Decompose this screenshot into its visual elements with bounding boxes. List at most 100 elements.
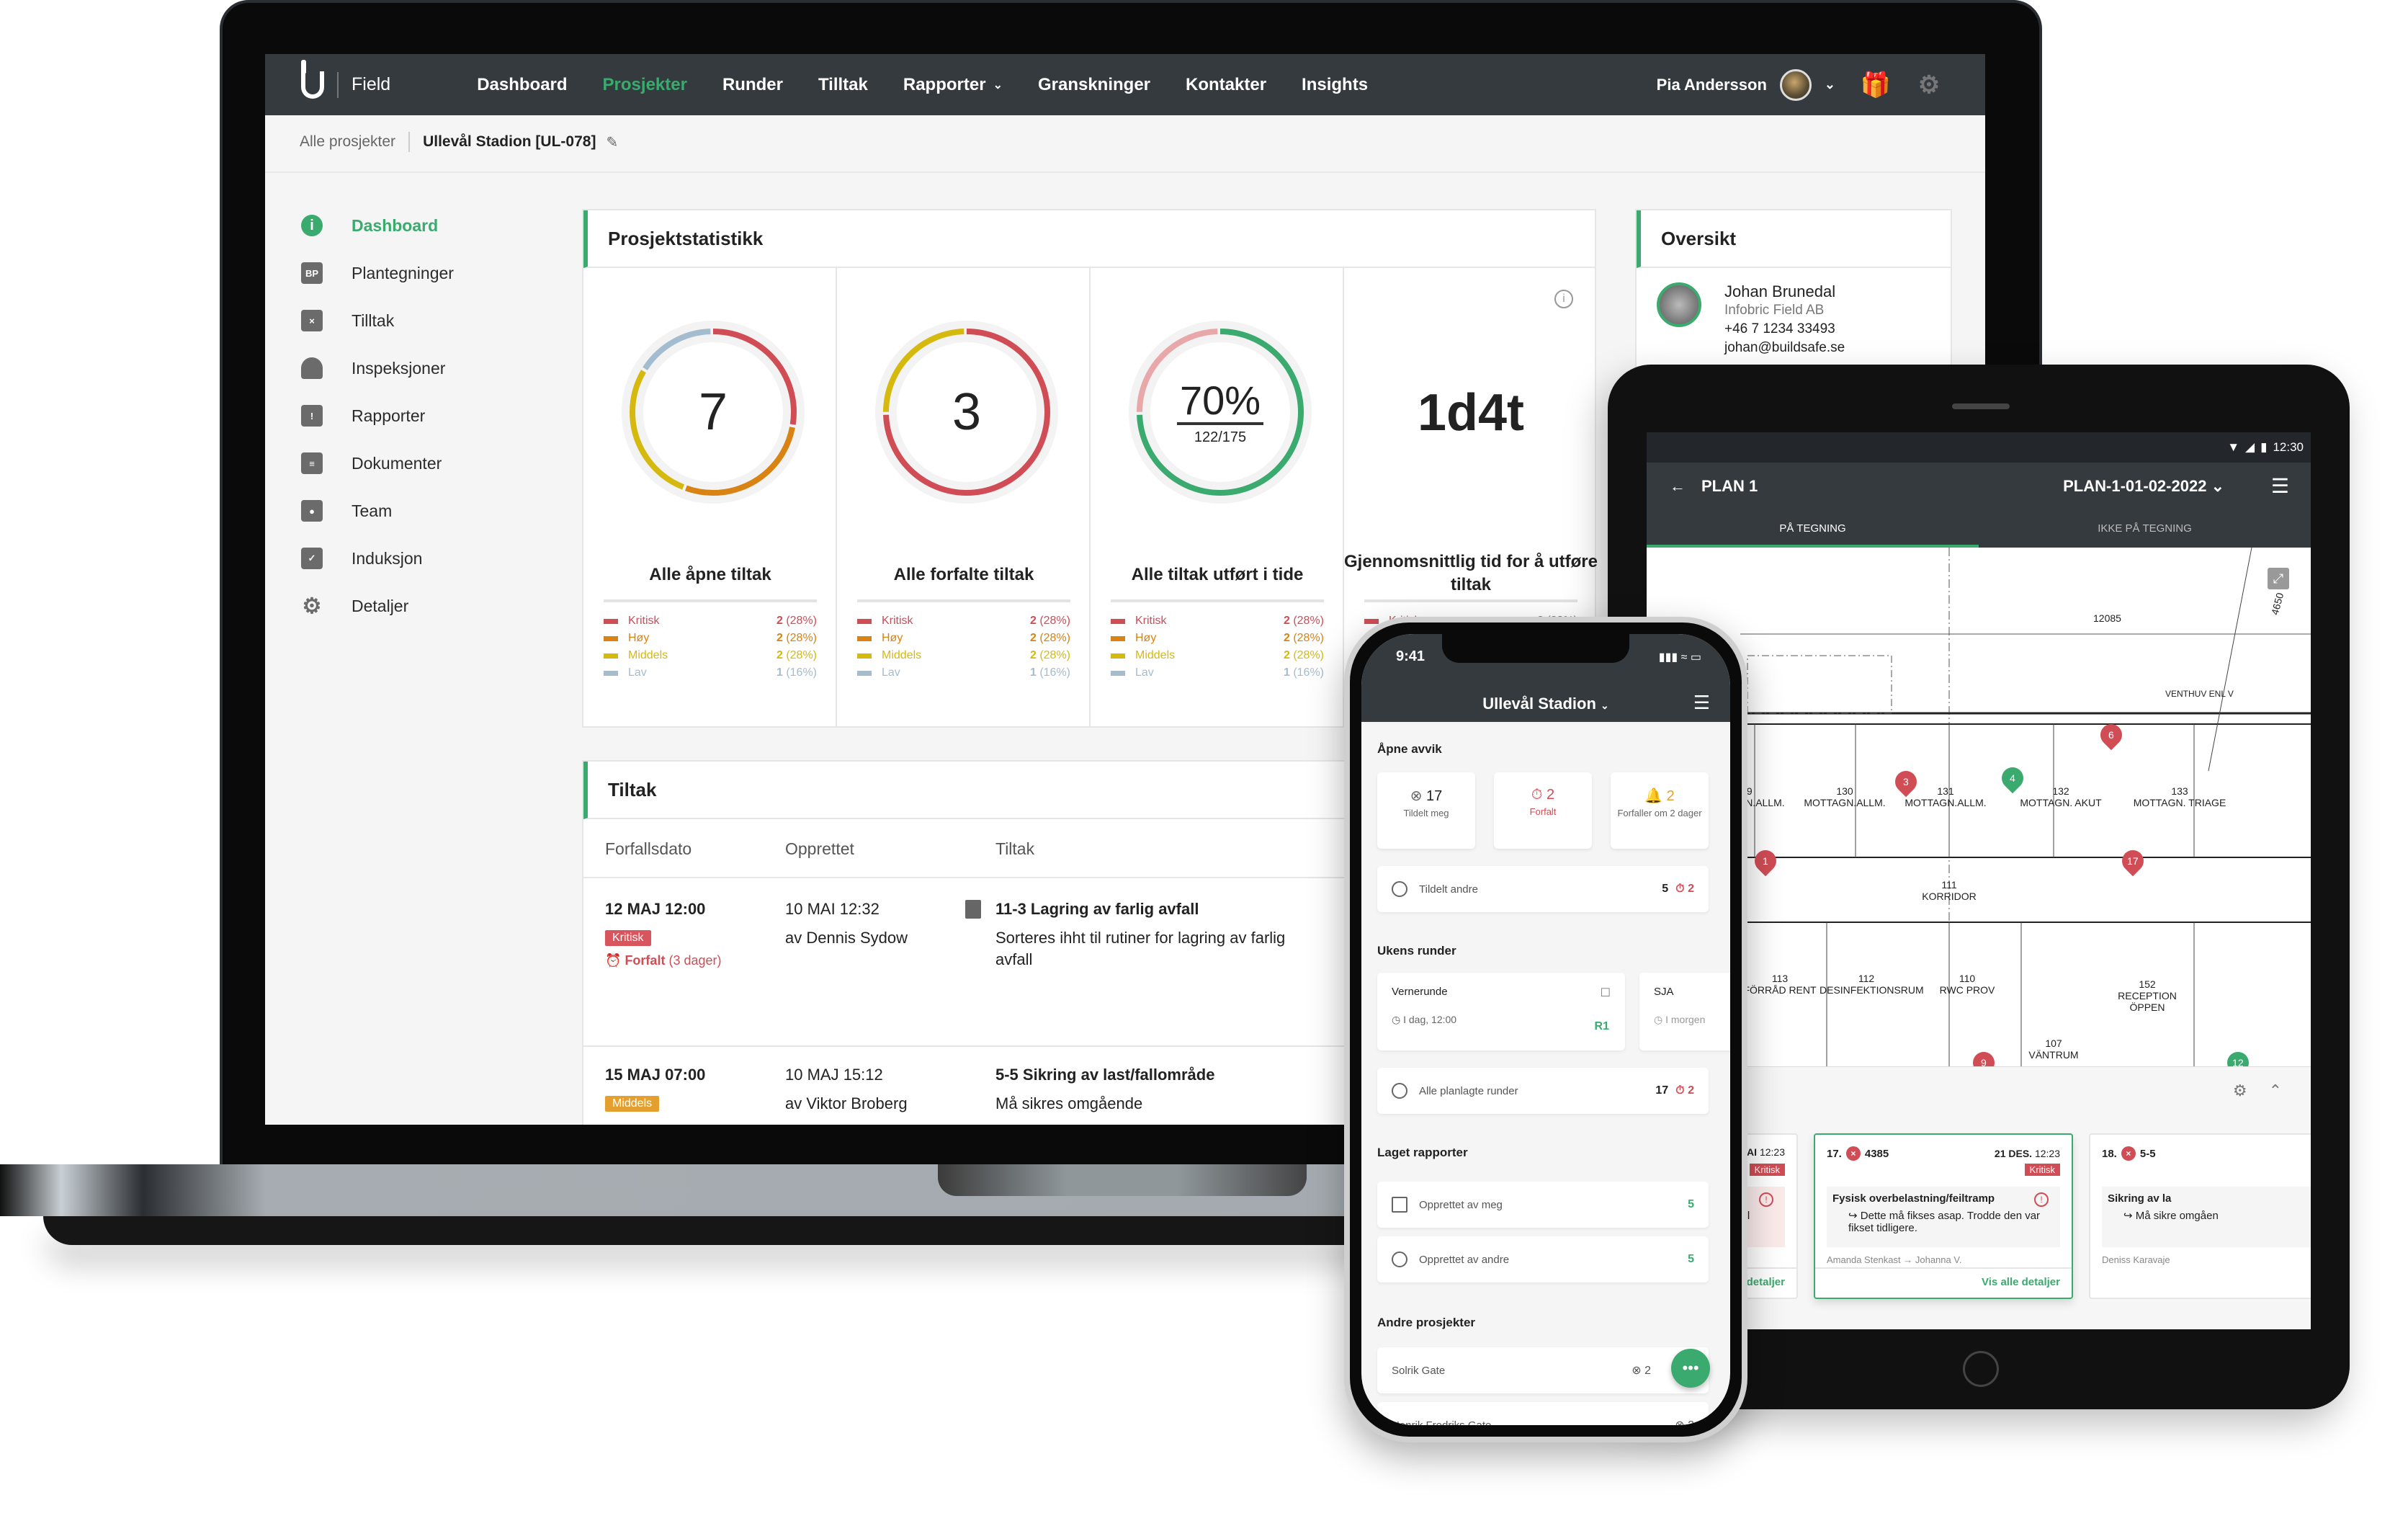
legend-row[interactable]: Lav 1 (16%) (1111, 664, 1324, 682)
legend-row[interactable]: Middels 2 (28%) (857, 647, 1070, 664)
hardhat-icon (1392, 881, 1407, 897)
team-icon: ● (301, 500, 323, 522)
nav-kontakter[interactable]: Kontakter (1186, 75, 1266, 95)
breadcrumb-all-projects[interactable]: Alle prosjekter (300, 133, 395, 151)
filter-sliders-icon[interactable]: ⚙ (2233, 1081, 2247, 1100)
stat-value: 1d4t (1417, 384, 1525, 442)
stat-legend: Kritisk 2 (28%) Høy 2 (28%) Middels 2 (28%) La… (1111, 612, 1324, 682)
round-card[interactable]: Vernerunde ☐ ◷ I dag, 12:00 R1 (1377, 973, 1625, 1050)
assigned-others-row[interactable]: Tildelt andre 5 ⏱ 2 (1377, 866, 1709, 912)
wifi-icon: ▼ (2227, 440, 2240, 454)
section-title: Ukens runder (1377, 944, 1456, 958)
room-label: 112 DESINFEKTIONSRUM (1820, 973, 1924, 996)
legend-label: Lav (628, 666, 647, 679)
created-by: av Dennis Sydow (785, 929, 908, 947)
priority-badge: Kritisk (2024, 1164, 2060, 1176)
legend-row[interactable]: Høy 2 (28%) (604, 630, 817, 647)
legend-row[interactable]: Kritisk 2 (28%) (604, 612, 817, 630)
pencil-icon[interactable]: ✎ (606, 133, 618, 151)
legend-row[interactable]: Kritisk 2 (28%) (857, 612, 1070, 630)
nav-granskninger[interactable]: Granskninger (1038, 75, 1150, 95)
project-select[interactable]: Ullevål Stadion ⌄ (1361, 695, 1730, 713)
gift-icon[interactable]: 🎁 (1861, 71, 1891, 99)
view-details-link[interactable]: Vis alle detaljer (1982, 1276, 2060, 1288)
clock-icon: ◷ (1654, 1014, 1663, 1025)
tiltak-title[interactable]: 11-3 Lagring av farlig avfall (995, 900, 1312, 919)
hamburger-menu-icon[interactable]: ☰ (1693, 692, 1710, 714)
legend-row[interactable]: Middels 2 (28%) (604, 647, 817, 664)
sidebar-item-dashboard[interactable]: i Dashboard (301, 202, 539, 249)
sidebar-item-rapporter[interactable]: ! Rapporter (301, 392, 539, 439)
col-header-created[interactable]: Opprettet (785, 839, 854, 859)
col-header-due[interactable]: Forfallsdato (605, 839, 691, 859)
info-icon[interactable]: i (1554, 290, 1573, 308)
tile-due-soon[interactable]: 🔔 2 Forfaller om 2 dager (1611, 772, 1709, 849)
all-rounds-row[interactable]: Alle planlagte runder 17 ⏱ 2 (1377, 1068, 1709, 1114)
app-logo[interactable]: Field (301, 59, 391, 99)
tiltak-card[interactable]: 17. × 4385 21 DES. 12:23 Kritisk Fysisk overb… (1814, 1133, 2073, 1299)
sidebar-item-detaljer[interactable]: ⚙ Detaljer (301, 582, 539, 630)
stat-column: 7 Alle åpne tiltak Kritisk 2 (28%) Høy 2 (28%… (583, 268, 837, 726)
legend-row[interactable]: Lav 1 (16%) (857, 664, 1070, 682)
tiltak-title[interactable]: 5-5 Sikring av last/fallområde (995, 1066, 1312, 1084)
contact-email[interactable]: johan@buildsafe.se (1724, 340, 1845, 356)
plan-version-select[interactable]: PLAN-1-01-02-2022 ⌄ (2063, 477, 2224, 496)
more-fab-button[interactable]: ••• (1671, 1349, 1710, 1388)
header-divider (265, 171, 1985, 173)
nav-runder[interactable]: Runder (722, 75, 783, 95)
sidebar-item-induksjon[interactable]: ✓ Induksjon (301, 535, 539, 582)
image-icon[interactable] (965, 900, 981, 919)
avatar (1779, 68, 1812, 101)
sidebar-item-tilltak[interactable]: × Tilltak (301, 297, 539, 344)
legend-row[interactable]: Høy 2 (28%) (857, 630, 1070, 647)
legend-row[interactable]: Lav 1 (16%) (604, 664, 817, 682)
created-date: 10 MAI 12:32 (785, 900, 879, 918)
stat-value: 7 (698, 383, 728, 441)
chevron-up-icon[interactable]: ⌃ (2269, 1081, 2282, 1100)
priority-badge: Kritisk (1749, 1164, 1785, 1176)
col-header-tiltak[interactable]: Tiltak (995, 839, 1034, 859)
legend-row[interactable]: Høy 2 (28%) (1111, 630, 1324, 647)
nav-dashboard[interactable]: Dashboard (477, 75, 567, 95)
logo-divider (337, 71, 339, 98)
plan-title: PLAN 1 (1701, 477, 1758, 495)
sidebar: i Dashboard BP Plantegninger × Tilltak Insp… (301, 202, 539, 630)
pin-label: 9 (1981, 1057, 1987, 1066)
sidebar-item-team[interactable]: ● Team (301, 487, 539, 535)
nav-rapporter[interactable]: Rapporter ⌄ (903, 75, 1003, 95)
reports-mine-row[interactable]: Opprettet av meg 5 (1377, 1182, 1709, 1228)
legend-value: 1 (16%) (776, 666, 817, 679)
alert-icon: ! (2034, 1192, 2049, 1207)
tile-overdue[interactable]: ⏱ 2 Forfalt (1494, 772, 1592, 849)
project-row[interactable]: Solrik Gate ⊗ 2 (1377, 1347, 1709, 1393)
project-row[interactable]: Henrik Fredriks Gate ⊗ 2 (1377, 1402, 1709, 1425)
row-label: Tildelt andre (1419, 883, 1478, 896)
nav-insights[interactable]: Insights (1302, 75, 1368, 95)
sidebar-item-dokumenter[interactable]: ≡ Dokumenter (301, 439, 539, 487)
tiltak-card[interactable]: 18. × 5-5 Sikring av la ↪ Må sikre omgåen Den… (2089, 1133, 2311, 1299)
sidebar-item-plantegninger[interactable]: BP Plantegninger (301, 249, 539, 297)
tab-on-drawing[interactable]: PÅ TEGNING (1647, 513, 1979, 548)
app-name: Field (352, 74, 391, 94)
back-arrow-icon[interactable]: ← (1670, 477, 1686, 496)
legend-row[interactable]: Kritisk 2 (28%) (1111, 612, 1324, 630)
plan-annotation: VENTHUV ENL V (2165, 689, 2234, 699)
legend-row[interactable]: Middels 2 (28%) (1111, 647, 1324, 664)
overdue-count: ⏱ 2 (1675, 883, 1694, 895)
sidebar-item-inspeksjoner[interactable]: Inspeksjoner (301, 344, 539, 392)
reports-others-row[interactable]: Opprettet av andre 5 (1377, 1236, 1709, 1282)
legend-value: 2 (28%) (1283, 649, 1324, 661)
tablet-home-button[interactable] (1963, 1351, 1999, 1387)
nav-prosjekter[interactable]: Prosjekter (603, 75, 687, 95)
contact-phone[interactable]: +46 7 1234 33493 (1724, 321, 1845, 337)
gear-icon[interactable]: ⚙ (1916, 71, 1942, 99)
expand-icon[interactable]: ⤢ (2268, 568, 2289, 589)
hamburger-menu-icon[interactable]: ☰ (2271, 474, 2289, 498)
contact-card[interactable]: Johan Brunedal Infobric Field AB +46 7 1… (1657, 282, 1845, 356)
tile-assigned-me[interactable]: ⊗ 17 Tildelt meg (1377, 772, 1475, 849)
nav-tilltak[interactable]: Tilltak (818, 75, 868, 95)
round-card[interactable]: SJA ◷ I morgen (1639, 973, 1730, 1050)
row-label: Alle planlagte runder (1419, 1084, 1518, 1097)
user-menu[interactable]: Pia Andersson ⌄ 🎁 ⚙ (1657, 68, 1942, 101)
tab-not-on-drawing[interactable]: IKKE PÅ TEGNING (1979, 513, 2311, 548)
